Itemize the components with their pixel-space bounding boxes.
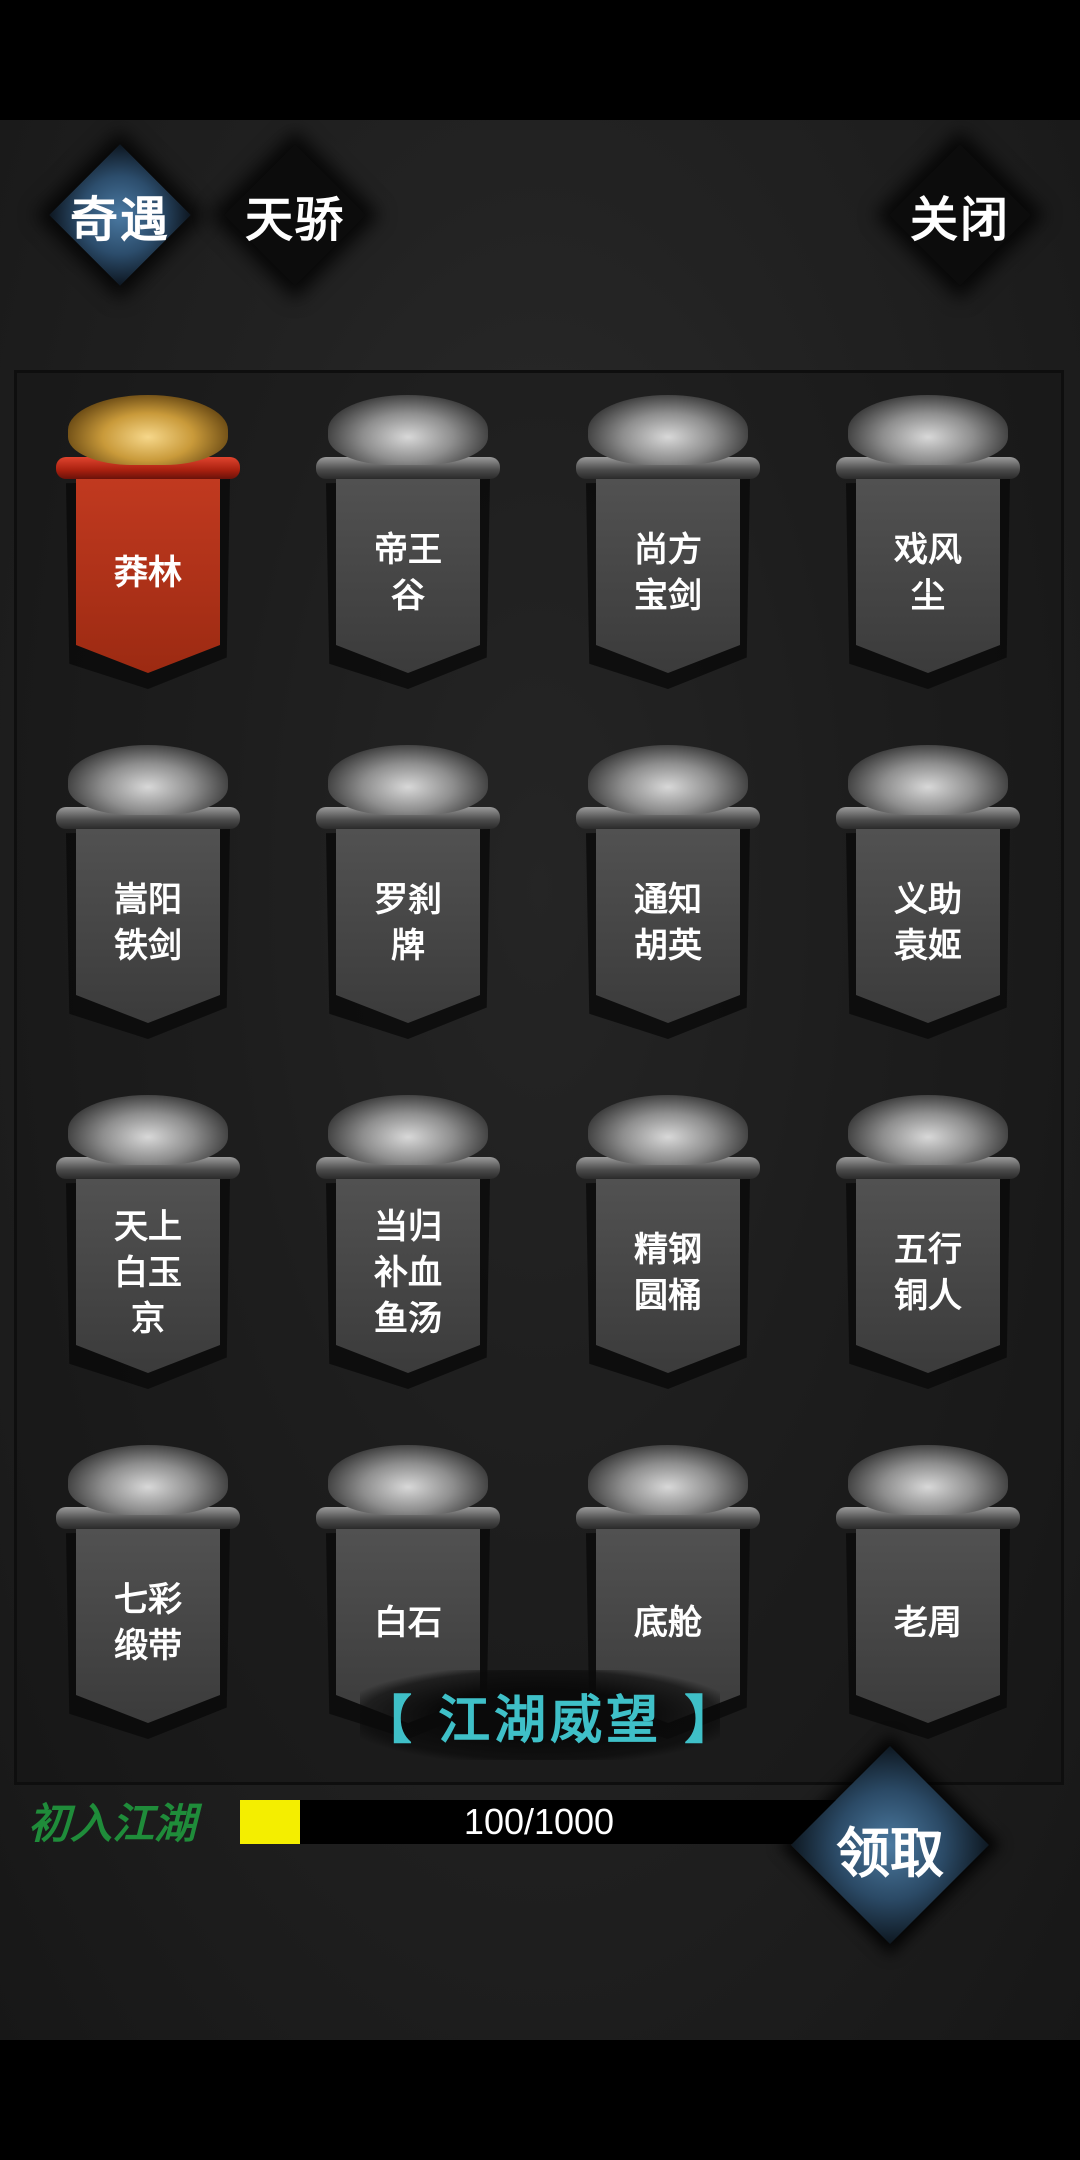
tab-prodigies[interactable]: 天骄 [220, 140, 370, 290]
encounter-name: 罗刹牌 [374, 880, 442, 966]
banner-cloth: 五行铜人 [856, 1173, 1000, 1373]
encounter-name: 精钢圆桶 [634, 1230, 702, 1316]
beast-crest-icon [848, 1095, 1008, 1165]
encounter-name: 帝王谷 [374, 530, 442, 616]
claim-label: 领取 [836, 1821, 944, 1885]
banner-cloth: 当归补血鱼汤 [336, 1173, 480, 1373]
encounter-name: 当归补血鱼汤 [374, 1207, 442, 1339]
beast-crest-icon [588, 745, 748, 815]
encounter-banner[interactable]: 精钢圆桶 [568, 1095, 768, 1395]
encounter-banner[interactable]: 当归补血鱼汤 [308, 1095, 508, 1395]
encounter-name: 白石 [374, 1603, 442, 1643]
banner-cloth: 嵩阳铁剑 [76, 823, 220, 1023]
encounter-name: 嵩阳铁剑 [114, 880, 182, 966]
reputation-title: 【 江湖威望 】 [360, 1670, 741, 1760]
close-button[interactable]: 关闭 [885, 140, 1035, 290]
encounter-name: 通知胡英 [634, 880, 702, 966]
beast-crest-icon [328, 745, 488, 815]
encounter-name: 底舱 [634, 1603, 702, 1643]
beast-crest-icon [68, 1095, 228, 1165]
tab-label: 奇遇 [69, 192, 170, 248]
beast-crest-icon [328, 1095, 488, 1165]
encounter-banner[interactable]: 嵩阳铁剑 [48, 745, 248, 1045]
beast-crest-icon [328, 395, 488, 465]
banner-cloth: 尚方宝剑 [596, 473, 740, 673]
beast-crest-icon [848, 745, 1008, 815]
encounter-banner[interactable]: 义助袁姬 [828, 745, 1028, 1045]
encounter-banner[interactable]: 天上白玉京 [48, 1095, 248, 1395]
encounter-banner[interactable]: 罗刹牌 [308, 745, 508, 1045]
encounter-name: 尚方宝剑 [634, 530, 702, 616]
beast-crest-icon [588, 1445, 748, 1515]
encounter-banner[interactable]: 五行铜人 [828, 1095, 1028, 1395]
encounter-name: 老周 [894, 1603, 962, 1643]
encounter-banner[interactable]: 戏风尘 [828, 395, 1028, 695]
encounter-name: 天上白玉京 [114, 1207, 182, 1339]
banner-cloth: 戏风尘 [856, 473, 1000, 673]
banner-cloth: 罗刹牌 [336, 823, 480, 1023]
beast-crest-icon [588, 395, 748, 465]
encounter-banner[interactable]: 通知胡英 [568, 745, 768, 1045]
reputation-title-text: 【 江湖威望 】 [360, 1689, 741, 1751]
banner-cloth: 通知胡英 [596, 823, 740, 1023]
beast-crest-icon [328, 1445, 488, 1515]
banner-cloth: 帝王谷 [336, 473, 480, 673]
banner-cloth: 义助袁姬 [856, 823, 1000, 1023]
banner-cloth: 莽林 [76, 473, 220, 673]
beast-crest-icon [848, 1445, 1008, 1515]
banner-cloth: 七彩缎带 [76, 1523, 220, 1723]
encounter-banner[interactable]: 莽林 [48, 395, 248, 695]
progress-text: 100/1000 [463, 1801, 615, 1842]
close-label: 关闭 [909, 192, 1010, 248]
beast-crest-icon [68, 745, 228, 815]
reputation-rank: 初入江湖 [28, 1799, 197, 1848]
encounter-banner[interactable]: 七彩缎带 [48, 1445, 248, 1745]
banner-cloth: 天上白玉京 [76, 1173, 220, 1373]
encounter-name: 五行铜人 [894, 1230, 962, 1316]
banner-cloth: 老周 [856, 1523, 1000, 1723]
encounter-name: 七彩缎带 [114, 1580, 182, 1666]
beast-crest-icon [848, 395, 1008, 465]
encounter-name: 义助袁姬 [894, 880, 962, 966]
encounter-name: 戏风尘 [894, 530, 962, 616]
beast-crest-icon [68, 1445, 228, 1515]
beast-crest-icon [588, 1095, 748, 1165]
encounter-banner[interactable]: 尚方宝剑 [568, 395, 768, 695]
banner-cloth: 精钢圆桶 [596, 1173, 740, 1373]
reputation-progress-bar: 100/1000 [240, 1800, 838, 1844]
beast-crest-icon [68, 395, 228, 465]
tab-encounters[interactable]: 奇遇 [45, 140, 195, 290]
tab-label: 天骄 [244, 192, 345, 248]
encounter-banner[interactable]: 老周 [828, 1445, 1028, 1745]
encounter-banner[interactable]: 帝王谷 [308, 395, 508, 695]
encounter-name: 莽林 [114, 553, 182, 593]
